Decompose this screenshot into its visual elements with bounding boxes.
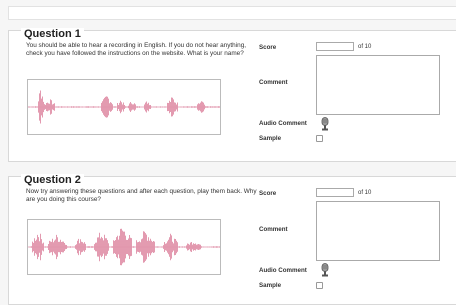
sample-checkbox[interactable] — [316, 135, 323, 142]
sample-checkbox[interactable] — [316, 282, 323, 289]
score-input[interactable] — [316, 42, 354, 51]
sample-label: Sample — [259, 282, 282, 289]
question-title: Question 2 — [21, 174, 84, 186]
score-label: Score — [259, 44, 277, 51]
audio-waveform[interactable] — [27, 79, 221, 135]
question-card-2: Question 2 Now try answering these quest… — [8, 174, 456, 305]
comment-textarea[interactable] — [316, 201, 440, 261]
audio-comment-label: Audio Comment — [259, 267, 307, 274]
waveform-graphic — [28, 90, 220, 124]
sample-label: Sample — [259, 135, 282, 142]
microphone-icon[interactable] — [320, 117, 330, 131]
top-bar — [8, 6, 456, 20]
audio-waveform[interactable] — [27, 219, 221, 275]
score-label: Score — [259, 190, 277, 197]
comment-textarea[interactable] — [316, 55, 440, 115]
comment-label: Comment — [259, 226, 288, 233]
score-suffix: of 10 — [358, 44, 372, 50]
question-prompt: Now try answering these questions and af… — [26, 188, 257, 203]
question-prompt: You should be able to hear a recording i… — [26, 42, 247, 57]
waveform-graphic — [28, 228, 220, 266]
question-card-1: Question 1 You should be able to hear a … — [8, 28, 456, 162]
audio-comment-label: Audio Comment — [259, 120, 307, 127]
microphone-icon[interactable] — [320, 263, 330, 277]
question-title: Question 1 — [21, 28, 84, 40]
score-input[interactable] — [316, 188, 354, 197]
comment-label: Comment — [259, 79, 288, 86]
score-suffix: of 10 — [358, 190, 372, 196]
